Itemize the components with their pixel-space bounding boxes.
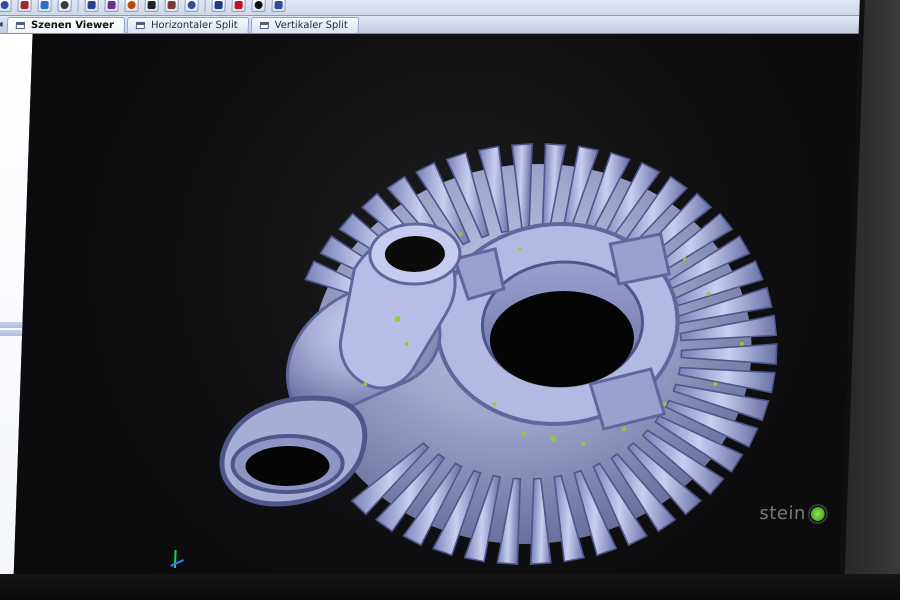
axis-triad-icon bbox=[164, 550, 191, 576]
photo-of-monitor: ◄ Szenen Viewer Horizontaler Split Verti… bbox=[0, 0, 900, 600]
view-icon[interactable] bbox=[84, 0, 99, 12]
tab-label: Vertikaler Split bbox=[274, 20, 348, 31]
watermark-logo: stein bbox=[759, 503, 827, 524]
dock-splitter[interactable] bbox=[0, 322, 23, 328]
play-glyph bbox=[254, 0, 263, 9]
view-glyph bbox=[87, 0, 96, 9]
stop-icon[interactable] bbox=[231, 0, 246, 12]
window-icon bbox=[135, 22, 146, 29]
layers-icon[interactable] bbox=[184, 0, 199, 12]
pan-glyph bbox=[60, 0, 69, 9]
select-glyph bbox=[0, 0, 9, 9]
screen: ◄ Szenen Viewer Horizontaler Split Verti… bbox=[0, 0, 866, 600]
render-glyph bbox=[107, 0, 116, 9]
dock-splitter[interactable] bbox=[0, 330, 23, 336]
play-icon[interactable] bbox=[251, 0, 266, 12]
camera-glyph bbox=[167, 0, 176, 9]
toolbar-separator bbox=[204, 0, 206, 12]
select-icon[interactable] bbox=[0, 0, 12, 12]
window-icon[interactable] bbox=[211, 0, 226, 12]
stop-glyph bbox=[234, 0, 243, 9]
logo-burst-icon bbox=[809, 506, 827, 522]
settings-glyph bbox=[274, 0, 283, 9]
monitor-bezel-bottom bbox=[0, 574, 900, 600]
zoom-glyph bbox=[40, 0, 49, 9]
rotate-glyph bbox=[20, 0, 29, 9]
layers-glyph bbox=[187, 0, 196, 9]
window-icon bbox=[15, 22, 26, 29]
toolbar-separator bbox=[77, 0, 79, 12]
settings-icon[interactable] bbox=[271, 0, 286, 12]
render-icon[interactable] bbox=[104, 0, 119, 12]
lights-glyph bbox=[127, 0, 136, 9]
cylinder-head-model bbox=[219, 142, 778, 566]
pan-icon[interactable] bbox=[57, 0, 72, 12]
tab-bar: ◄ Szenen Viewer Horizontaler Split Verti… bbox=[0, 16, 860, 34]
lights-icon[interactable] bbox=[124, 0, 139, 12]
window-icon bbox=[259, 22, 269, 29]
camera-icon[interactable] bbox=[164, 0, 179, 12]
tab-vertikaler-split[interactable]: Vertikaler Split bbox=[250, 17, 360, 33]
tab-label: Szenen Viewer bbox=[30, 20, 115, 31]
zoom-icon[interactable] bbox=[37, 0, 52, 12]
main-toolbar bbox=[0, 0, 860, 16]
tab-szenen-viewer[interactable]: Szenen Viewer bbox=[6, 17, 126, 33]
3d-viewport[interactable]: stein bbox=[13, 34, 859, 594]
measure-icon[interactable] bbox=[144, 0, 159, 12]
tab-scroll-left-icon[interactable]: ◄ bbox=[0, 19, 3, 30]
rotate-icon[interactable] bbox=[17, 0, 32, 12]
window-glyph bbox=[214, 0, 223, 9]
logo-text: stein bbox=[759, 503, 807, 524]
measure-glyph bbox=[147, 0, 156, 9]
tab-horizontaler-split[interactable]: Horizontaler Split bbox=[126, 17, 249, 33]
tab-label: Horizontaler Split bbox=[150, 20, 238, 31]
